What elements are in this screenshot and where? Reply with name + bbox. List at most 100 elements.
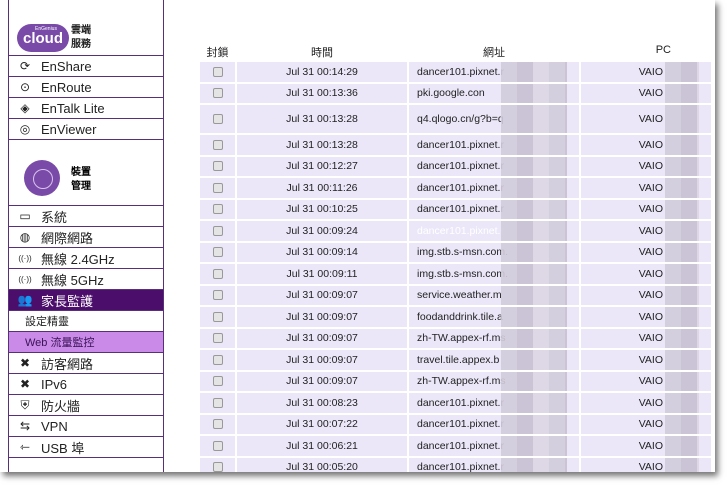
time-cell: Jul 31 00:07:22 xyxy=(237,414,407,434)
url-cell[interactable]: dancer101.pixnet.r xyxy=(409,62,579,82)
redacted-blur xyxy=(501,307,567,327)
time-cell: Jul 31 00:09:07 xyxy=(237,328,407,348)
block-checkbox[interactable] xyxy=(212,440,223,451)
redacted-blur xyxy=(501,135,567,155)
block-checkbox[interactable] xyxy=(212,225,223,236)
sidebar-item[interactable]: ((·)) 無線 5GHz xyxy=(9,269,163,290)
url-cell[interactable]: q4.qlogo.cn/g?b=q xyxy=(409,105,579,133)
block-cell xyxy=(200,328,235,348)
sidebar-item[interactable]: ◎ EnViewer xyxy=(9,119,163,140)
block-checkbox[interactable] xyxy=(212,397,223,408)
url-cell[interactable]: dancer101.pixnet.r xyxy=(409,393,579,413)
time-cell: Jul 31 00:08:23 xyxy=(237,393,407,413)
sidebar-item[interactable]: ◍ 網際網路 xyxy=(9,227,163,248)
time-cell: Jul 31 00:09:07 xyxy=(237,285,407,305)
sidebar-item-label: 家長監護 xyxy=(41,293,94,309)
block-checkbox[interactable] xyxy=(212,161,223,172)
table-header: 封鎖 時間 網址 PC xyxy=(200,44,713,62)
sidebar-item[interactable]: ▭ 系統 xyxy=(9,206,163,227)
url-cell[interactable]: dancer101.pixnet.r xyxy=(409,199,579,219)
sidebar-item[interactable]: ⊙ EnRoute xyxy=(9,77,163,98)
url-cell[interactable]: travel.tile.appex.b xyxy=(409,350,579,370)
url-cell[interactable]: zh-TW.appex-rf.ms xyxy=(409,371,579,391)
pc-name: VAIO xyxy=(638,439,663,452)
block-checkbox[interactable] xyxy=(212,290,223,301)
url-cell[interactable]: dancer101.pixnet.r xyxy=(409,156,579,176)
sidebar-item-label: EnRoute xyxy=(41,79,92,95)
sidebar-item[interactable]: ⇽ USB 埠 xyxy=(9,437,163,458)
block-checkbox[interactable] xyxy=(212,204,223,215)
url-cell[interactable]: foodanddrink.tile.a xyxy=(409,307,579,327)
time-cell: Jul 31 00:09:14 xyxy=(237,242,407,262)
sidebar-item[interactable]: ⟳ EnShare xyxy=(9,56,163,77)
pc-cell: VAIO xyxy=(581,393,711,413)
block-checkbox[interactable] xyxy=(212,247,223,258)
pc-cell: VAIO xyxy=(581,199,711,219)
sidebar-subitem-web-traffic-monitor[interactable]: Web 流量監控 xyxy=(9,332,163,353)
url-cell[interactable]: dancer101.pixnet.r xyxy=(409,414,579,434)
block-checkbox[interactable] xyxy=(212,333,223,344)
block-checkbox[interactable] xyxy=(212,66,223,77)
pc-name: VAIO xyxy=(638,138,663,151)
redacted-blur xyxy=(665,221,699,241)
block-checkbox[interactable] xyxy=(212,88,223,99)
web-traffic-table: 封鎖 時間 網址 PC Jul 31 00:14:29 dancer101.pi… xyxy=(200,44,713,472)
redacted-blur xyxy=(501,371,567,391)
block-checkbox[interactable] xyxy=(212,419,223,430)
url-cell[interactable]: dancer101.pixnet.r xyxy=(409,135,579,155)
redacted-blur xyxy=(665,350,699,370)
sidebar-item[interactable]: ✖ 訪客網路 xyxy=(9,353,163,374)
redacted-blur xyxy=(501,83,567,103)
url-cell[interactable]: img.stb.s-msn.com. xyxy=(409,264,579,284)
table-row: Jul 31 00:05:20 dancer101.pixnet.r VAIO xyxy=(200,457,713,472)
block-checkbox[interactable] xyxy=(212,376,223,387)
pc-cell: VAIO xyxy=(581,328,711,348)
sidebar-subitem-setup-wizard[interactable]: 設定精靈 xyxy=(9,311,163,332)
url-cell[interactable]: img.stb.s-msn.com. xyxy=(409,242,579,262)
title-line: 雲端 xyxy=(71,25,91,36)
redacted-blur xyxy=(665,83,699,103)
block-cell xyxy=(200,105,235,133)
block-checkbox[interactable] xyxy=(212,311,223,322)
table-row: Jul 31 00:11:26 dancer101.pixnet.r VAIO xyxy=(200,178,713,198)
table-row: Jul 31 00:09:07 foodanddrink.tile.a VAIO xyxy=(200,307,713,327)
block-checkbox[interactable] xyxy=(212,182,223,193)
time-cell: Jul 31 00:09:07 xyxy=(237,307,407,327)
block-checkbox[interactable] xyxy=(212,139,223,150)
block-checkbox[interactable] xyxy=(212,114,223,124)
device-management-title: 裝置 管理 xyxy=(71,166,91,194)
redacted-blur xyxy=(665,242,699,262)
block-checkbox[interactable] xyxy=(212,268,223,279)
table-row: Jul 31 00:09:07 service.weather.m VAIO xyxy=(200,285,713,305)
table-row: Jul 31 00:12:27 dancer101.pixnet.r VAIO xyxy=(200,156,713,176)
url-cell[interactable]: zh-TW.appex-rf.ms xyxy=(409,328,579,348)
sidebar-item[interactable]: ⛨ 防火牆 xyxy=(9,395,163,416)
block-checkbox[interactable] xyxy=(212,462,223,472)
time-cell: Jul 31 00:13:36 xyxy=(237,83,407,103)
sidebar-item-label: USB 埠 xyxy=(41,440,85,456)
redacted-blur xyxy=(501,457,567,472)
time-cell: Jul 31 00:14:29 xyxy=(237,62,407,82)
url-cell[interactable]: service.weather.m xyxy=(409,285,579,305)
sidebar-item[interactable]: ✖ IPv6 xyxy=(9,374,163,395)
url-cell[interactable]: dancer101.pixnet.r xyxy=(409,436,579,456)
sidebar-item[interactable]: ((·)) 無線 2.4GHz xyxy=(9,248,163,269)
url-cell[interactable]: pki.google.con xyxy=(409,83,579,103)
sidebar-item[interactable]: ⇆ VPN xyxy=(9,416,163,437)
url-cell[interactable]: dancer101.pixnet.r xyxy=(409,457,579,472)
redacted-blur xyxy=(665,105,699,133)
block-cell xyxy=(200,135,235,155)
usb-icon: ⇽ xyxy=(19,440,31,454)
pc-name: VAIO xyxy=(638,310,663,323)
redacted-blur xyxy=(665,156,699,176)
redacted-blur xyxy=(665,328,699,348)
block-checkbox[interactable] xyxy=(212,354,223,365)
sidebar-item[interactable]: ◈ EnTalk Lite xyxy=(9,98,163,119)
sidebar-item-label: EnShare xyxy=(41,58,92,74)
url-cell[interactable]: dancer101.pixnet.r xyxy=(409,178,579,198)
url-cell[interactable]: dancer101.pixnet.r xyxy=(409,221,579,241)
header-time: 時間 xyxy=(311,47,333,59)
device-management-header: 裝置 管理 xyxy=(9,160,163,206)
header-url: 網址 xyxy=(483,47,505,59)
sidebar-item[interactable]: 👥 家長監護 xyxy=(9,290,163,311)
